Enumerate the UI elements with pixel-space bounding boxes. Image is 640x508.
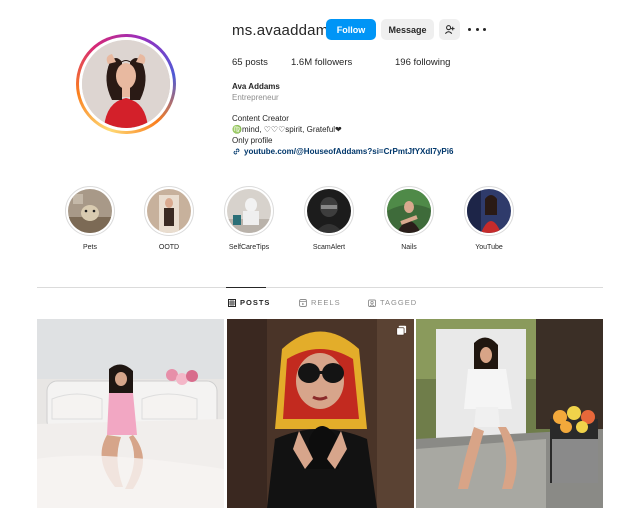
story-highlights: Pets OOTD SelfCareTips ScamAlert Nails Y…: [64, 186, 524, 256]
avatar-photo: [82, 40, 170, 128]
profile-avatar[interactable]: [76, 34, 176, 134]
tagged-icon: [368, 299, 376, 307]
posts-label: posts: [242, 57, 268, 68]
link-icon: [233, 148, 240, 155]
tab-reels[interactable]: REELS: [299, 298, 341, 307]
highlight-label: OOTD: [158, 244, 180, 251]
post-thumbnail[interactable]: [37, 319, 224, 508]
highlight-youtube[interactable]: YouTube: [463, 186, 515, 251]
highlight-cover: [147, 189, 191, 233]
following-stat[interactable]: 196 following: [395, 57, 450, 68]
multiple-photos-icon: [396, 325, 407, 336]
avatar-border: [79, 37, 173, 131]
more-options-icon[interactable]: [468, 22, 486, 36]
highlight-label: ScamAlert: [312, 244, 346, 251]
highlight-ring: [304, 186, 354, 236]
following-count: 196: [395, 57, 411, 68]
highlight-pets[interactable]: Pets: [64, 186, 116, 251]
post-image: [416, 319, 603, 508]
highlight-cover: [227, 189, 271, 233]
profile-bio: Ava Addams Entrepreneur Content Creator …: [232, 81, 453, 157]
highlight-ring: [65, 186, 115, 236]
post-thumbnail[interactable]: [416, 319, 603, 508]
tab-posts[interactable]: POSTS: [228, 298, 270, 307]
bio-line: ♍mind, ♡♡♡spirit, Grateful❤: [232, 125, 342, 134]
more-dot: [475, 27, 479, 31]
highlight-ootd[interactable]: OOTD: [143, 186, 195, 251]
post-image: [227, 319, 414, 508]
bio-spacer: [232, 103, 453, 113]
profile-stats: 65 posts 1.6M followers 196 following: [232, 57, 450, 68]
more-dot: [483, 27, 486, 31]
suggest-accounts-button[interactable]: [439, 19, 460, 40]
highlight-label: Pets: [82, 244, 97, 251]
tab-label: TAGGED: [380, 298, 418, 307]
post-thumbnail[interactable]: [227, 319, 414, 508]
profile-display-name: Ava Addams: [232, 82, 280, 91]
followers-count: 1.6M: [291, 57, 313, 68]
bio-link-text: youtube.com/@HouseofAddams?si=CrPmtJfYXd…: [244, 147, 454, 156]
bio-line: Only profile: [232, 136, 273, 145]
followers-stat[interactable]: 1.6M followers: [291, 57, 395, 68]
active-tab-indicator: [226, 287, 266, 288]
highlight-cover: [467, 189, 511, 233]
bio-link[interactable]: youtube.com/@HouseofAddams?si=CrPmtJfYXd…: [232, 146, 453, 157]
highlight-label: SelfCareTips: [228, 244, 270, 251]
highlight-ring: [224, 186, 274, 236]
message-button[interactable]: Message: [381, 19, 434, 40]
avatar-illustration: [82, 40, 170, 128]
tabs-divider: [37, 287, 603, 288]
post-image: [37, 319, 224, 508]
highlight-ring: [144, 186, 194, 236]
profile-category: Entrepreneur: [232, 93, 279, 102]
followers-label: followers: [312, 57, 353, 68]
posts-stat: 65 posts: [232, 57, 291, 68]
highlight-nails[interactable]: Nails: [383, 186, 435, 251]
tab-tagged[interactable]: TAGGED: [368, 298, 417, 307]
tab-label: REELS: [311, 298, 341, 307]
highlight-ring: [464, 186, 514, 236]
highlight-ring: [384, 186, 434, 236]
posts-count: 65: [232, 57, 243, 68]
more-dot: [468, 27, 471, 31]
grid-icon: [228, 298, 236, 307]
highlight-cover: [307, 189, 351, 233]
profile-username: ms.avaaddams: [232, 22, 337, 39]
reels-icon: [299, 298, 307, 307]
tab-label: POSTS: [240, 298, 271, 307]
person-add-icon: [444, 25, 455, 34]
highlight-cover: [68, 189, 112, 233]
highlight-scamalert[interactable]: ScamAlert: [303, 186, 355, 251]
highlight-cover: [387, 189, 431, 233]
highlight-label: YouTube: [475, 244, 503, 251]
following-label: following: [410, 57, 451, 68]
bio-line: Content Creator: [232, 114, 289, 123]
follow-button[interactable]: Follow: [326, 19, 376, 40]
highlight-selfcaretips[interactable]: SelfCareTips: [223, 186, 275, 251]
highlight-label: Nails: [401, 244, 417, 251]
